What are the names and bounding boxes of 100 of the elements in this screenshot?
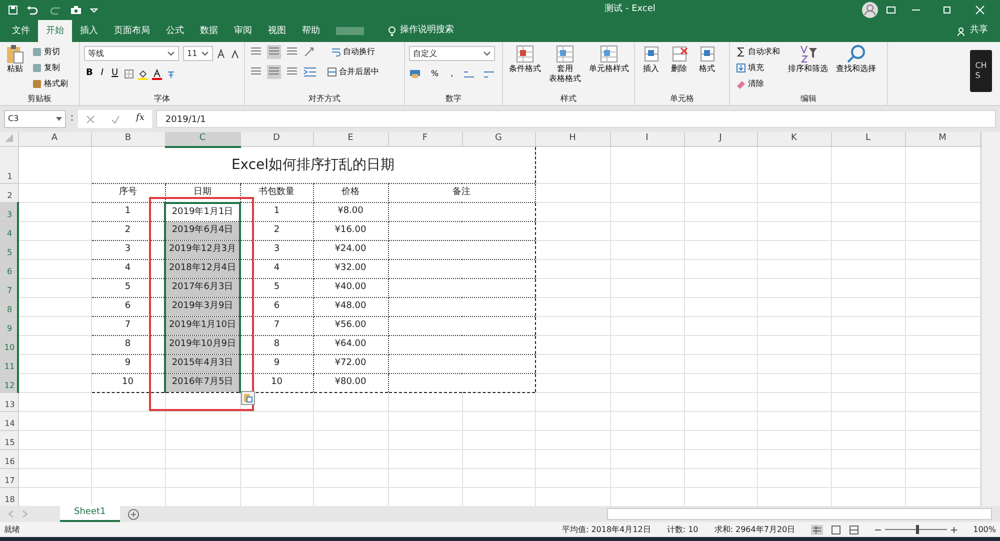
row-header[interactable]: 17	[0, 468, 18, 488]
bold-button[interactable]: B	[84, 66, 95, 82]
normal-view-icon[interactable]	[811, 524, 824, 534]
date-cell[interactable]: 2015年4月3日	[165, 354, 240, 374]
column-header[interactable]: K	[757, 132, 831, 146]
avatar-icon[interactable]	[862, 2, 878, 18]
column-header[interactable]: L	[831, 132, 905, 146]
column-header[interactable]: F	[388, 132, 462, 146]
column-header[interactable]: I	[610, 132, 684, 146]
percent-button[interactable]: %	[429, 66, 441, 82]
column-header[interactable]: H	[535, 132, 610, 146]
ribbon-tab[interactable]: 开始	[38, 20, 72, 42]
comma-style-button[interactable]: ,	[448, 66, 456, 82]
date-cell[interactable]: 2016年7月5日	[165, 374, 240, 392]
border-icon[interactable]	[124, 69, 134, 79]
phonetic-icon[interactable]	[166, 69, 176, 79]
decrease-font-icon[interactable]	[231, 48, 241, 58]
row-header[interactable]: 2	[0, 184, 18, 202]
zoom-out-icon[interactable]	[875, 526, 882, 532]
column-header[interactable]: E	[313, 132, 388, 146]
date-cell[interactable]: 2018年12月4日	[165, 260, 240, 278]
clear-button[interactable]: 清除	[734, 76, 782, 92]
italic-button[interactable]: I	[98, 66, 106, 82]
merge-center-button[interactable]: 合并后居中	[325, 64, 381, 80]
ribbon-tab[interactable]: 文件	[4, 20, 38, 42]
ribbon-tab[interactable]: 帮助	[294, 20, 328, 42]
number-format-field[interactable]: 自定义	[409, 46, 495, 61]
ribbon-tab[interactable]: 插入	[72, 20, 106, 42]
insert-button[interactable]: 插入	[639, 44, 663, 93]
column-header[interactable]: C	[165, 132, 240, 146]
column-header[interactable]: D	[240, 132, 313, 146]
format-painter-button[interactable]: 格式刷	[30, 76, 70, 92]
date-cell[interactable]: 2019年10月9日	[165, 336, 240, 354]
row-header[interactable]: 3	[0, 202, 18, 222]
ribbon-tab[interactable]: 公式	[158, 20, 192, 42]
copy-button[interactable]: 复制	[30, 60, 70, 76]
date-cell[interactable]: 2019年3月9日	[165, 298, 240, 316]
save-icon[interactable]	[8, 5, 18, 15]
column-header[interactable]: J	[684, 132, 757, 146]
camera-icon[interactable]	[70, 5, 82, 15]
enter-icon[interactable]	[111, 114, 120, 124]
date-cell[interactable]: 2019年12月3月	[165, 240, 240, 260]
date-cell[interactable]: 2019年1月1日	[165, 202, 240, 222]
row-header[interactable]: 8	[0, 298, 18, 316]
column-header[interactable]: B	[91, 132, 165, 146]
cut-button[interactable]: 剪切	[30, 44, 70, 60]
currency-icon[interactable]	[409, 69, 421, 79]
name-box[interactable]: C3	[4, 110, 66, 128]
paste-options-icon[interactable]	[241, 391, 255, 405]
font-name-field[interactable]: 等线	[84, 46, 179, 61]
row-header[interactable]: 14	[0, 412, 18, 430]
date-cell[interactable]: 2017年6月3日	[165, 278, 240, 298]
vertical-scrollbar[interactable]	[980, 132, 1000, 506]
ribbon-tab[interactable]: 数据	[192, 20, 226, 42]
underline-button[interactable]: U	[110, 66, 120, 82]
ribbon-tab[interactable]: 审阅	[226, 20, 260, 42]
format-button[interactable]: 格式	[695, 44, 719, 93]
column-header[interactable]: G	[462, 132, 535, 146]
paste-button[interactable]: 粘贴	[4, 44, 26, 93]
row-header[interactable]: 4	[0, 222, 18, 240]
ribbon-tab[interactable]: 视图	[260, 20, 294, 42]
row-header[interactable]: 10	[0, 336, 18, 354]
delete-button[interactable]: 删除	[667, 44, 691, 93]
row-header[interactable]: 16	[0, 450, 18, 468]
page-break-icon[interactable]	[849, 524, 860, 534]
font-size-field[interactable]: 11	[183, 46, 213, 61]
zoom-in-icon[interactable]	[951, 526, 958, 532]
insert-function-button[interactable]: fx	[136, 112, 144, 126]
row-header[interactable]: 12	[0, 374, 18, 392]
undo-icon[interactable]	[26, 5, 40, 15]
format-as-table-button[interactable]: 套用 表格格式	[547, 44, 583, 93]
conditional-format-button[interactable]: 条件格式	[507, 44, 543, 93]
row-header[interactable]: 15	[0, 430, 18, 450]
middle-align-icon[interactable]	[267, 45, 281, 59]
page-layout-icon[interactable]	[831, 524, 842, 534]
fill-color-icon[interactable]	[138, 68, 148, 80]
cancel-icon[interactable]	[86, 114, 95, 124]
indent-icon[interactable]	[303, 66, 317, 78]
column-header[interactable]: A	[18, 132, 91, 146]
sheet-tab[interactable]: Sheet1	[60, 506, 120, 522]
caret-icon[interactable]	[90, 6, 98, 14]
font-color-icon[interactable]	[152, 68, 162, 80]
add-sheet-icon[interactable]	[128, 508, 139, 520]
row-header[interactable]: 18	[0, 488, 18, 506]
column-header[interactable]: M	[905, 132, 980, 146]
autosum-button[interactable]: 自动求和	[734, 44, 782, 60]
row-header[interactable]: 7	[0, 278, 18, 298]
date-cell[interactable]: 2019年1月10日	[165, 316, 240, 336]
increase-font-icon[interactable]	[217, 48, 227, 58]
formula-field[interactable]: 2019/1/1	[156, 110, 996, 128]
row-header[interactable]: 11	[0, 354, 18, 374]
zoom-level-text[interactable]: 100%	[973, 524, 996, 536]
wrap-text-button[interactable]: 自动换行	[329, 44, 377, 60]
redo-icon[interactable]	[48, 5, 62, 15]
ime-indicator[interactable]: CH S	[970, 50, 992, 92]
row-header[interactable]: 5	[0, 240, 18, 260]
row-header[interactable]: 13	[0, 392, 18, 412]
align-center-icon[interactable]	[267, 65, 281, 79]
ribbon-display-icon[interactable]	[886, 5, 896, 15]
row-header[interactable]: 1	[0, 146, 18, 184]
